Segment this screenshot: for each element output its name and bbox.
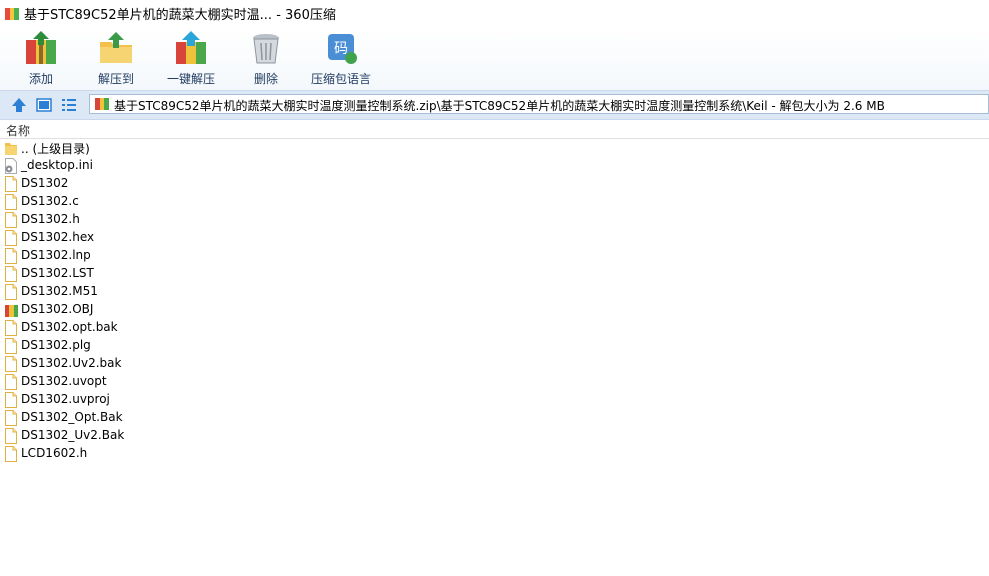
list-item-name: DS1302.h	[21, 212, 80, 226]
list-item-name: .. (上级目录)	[21, 142, 90, 156]
file-icon	[4, 320, 18, 336]
title-bar: 基于STC89C52单片机的蔬菜大棚实时温... - 360压缩	[0, 0, 989, 29]
file-list: .. (上级目录) _desktop.ini DS1302 DS1302.c DS130…	[0, 139, 989, 463]
toolbar: 添加 解压到 一键解压 删除 码 压缩包语言	[0, 28, 989, 90]
delete-label: 删除	[253, 72, 278, 86]
one-click-extract-label: 一键解压	[166, 72, 215, 86]
list-item[interactable]: DS1302.uvopt	[0, 373, 989, 391]
list-item[interactable]: DS1302.opt.bak	[0, 319, 989, 337]
file-icon	[4, 230, 18, 246]
settings-file-icon	[4, 158, 18, 174]
up-arrow-icon[interactable]	[10, 96, 28, 114]
zip-archive-icon	[95, 98, 109, 110]
address-path: 基于STC89C52单片机的蔬菜大棚实时温度测量控制系统.zip\基于STC89…	[114, 99, 885, 113]
list-item[interactable]: DS1302.h	[0, 211, 989, 229]
list-item-name: DS1302_Uv2.Bak	[21, 428, 125, 442]
file-icon	[4, 410, 18, 426]
list-item[interactable]: DS1302.c	[0, 193, 989, 211]
add-icon	[26, 31, 56, 64]
file-icon	[4, 338, 18, 354]
list-item-name: LCD1602.h	[21, 446, 88, 460]
list-item[interactable]: DS1302.hex	[0, 229, 989, 247]
list-item-name: DS1302.uvopt	[21, 374, 107, 388]
file-icon	[4, 356, 18, 372]
list-item[interactable]: DS1302.uvproj	[0, 391, 989, 409]
one-click-extract-button[interactable]: 一键解压	[151, 30, 231, 88]
app-archive-icon	[5, 8, 19, 20]
add-button[interactable]: 添加	[1, 30, 81, 88]
list-item-name: DS1302.c	[21, 194, 79, 208]
file-icon	[4, 374, 18, 390]
extract-to-button[interactable]: 解压到	[76, 30, 156, 88]
file-icon	[4, 266, 18, 282]
file-icon	[4, 284, 18, 300]
list-item-name: DS1302	[21, 176, 69, 190]
list-item[interactable]: DS1302.OBJ	[0, 301, 989, 319]
compress-language-button[interactable]: 码 压缩包语言	[301, 30, 381, 88]
list-item-name: DS1302.uvproj	[21, 392, 110, 406]
archive-icon	[4, 302, 18, 318]
extract-to-label: 解压到	[97, 72, 134, 86]
language-icon: 码	[328, 34, 357, 64]
list-header: 名称	[0, 120, 989, 139]
list-item-name: _desktop.ini	[21, 158, 93, 172]
extract-folder-icon	[100, 32, 132, 63]
list-item[interactable]: DS1302	[0, 175, 989, 193]
list-item[interactable]: DS1302.lnp	[0, 247, 989, 265]
list-item-name: DS1302.plg	[21, 338, 91, 352]
folder-icon	[4, 140, 18, 156]
address-field[interactable]: 基于STC89C52单片机的蔬菜大棚实时温度测量控制系统.zip\基于STC89…	[89, 94, 989, 114]
address-bar: 基于STC89C52单片机的蔬菜大棚实时温度测量控制系统.zip\基于STC89…	[0, 90, 989, 120]
one-click-extract-icon	[176, 31, 206, 64]
add-label: 添加	[28, 72, 53, 86]
list-item-name: DS1302.OBJ	[21, 302, 94, 316]
language-badge-text: 码	[334, 41, 348, 57]
list-item-name: DS1302.hex	[21, 230, 95, 244]
list-item[interactable]: DS1302.LST	[0, 265, 989, 283]
list-item-name: DS1302.M51	[21, 284, 98, 298]
column-header-name[interactable]: 名称	[6, 122, 30, 139]
list-item[interactable]: DS1302.M51	[0, 283, 989, 301]
file-icon	[4, 248, 18, 264]
list-item[interactable]: _desktop.ini	[0, 157, 989, 175]
list-item-name: DS1302.LST	[21, 266, 94, 280]
list-item[interactable]: DS1302.Uv2.bak	[0, 355, 989, 373]
file-icon	[4, 212, 18, 228]
list-item[interactable]: LCD1602.h	[0, 445, 989, 463]
list-item[interactable]: .. (上级目录)	[0, 139, 989, 157]
list-item-name: DS1302_Opt.Bak	[21, 410, 123, 424]
file-icon	[4, 176, 18, 192]
compress-language-label: 压缩包语言	[310, 72, 371, 86]
list-item[interactable]: DS1302_Uv2.Bak	[0, 427, 989, 445]
file-icon	[4, 446, 18, 462]
trash-icon	[253, 34, 279, 64]
list-view-icon[interactable]	[60, 96, 78, 114]
list-item-name: DS1302.opt.bak	[21, 320, 118, 334]
list-item-name: DS1302.Uv2.bak	[21, 356, 122, 370]
list-item[interactable]: DS1302_Opt.Bak	[0, 409, 989, 427]
thumbnail-view-icon[interactable]	[35, 96, 53, 114]
file-icon	[4, 392, 18, 408]
file-icon	[4, 428, 18, 444]
list-item-name: DS1302.lnp	[21, 248, 91, 262]
window-title: 基于STC89C52单片机的蔬菜大棚实时温... - 360压缩	[24, 8, 336, 23]
file-icon	[4, 194, 18, 210]
delete-button[interactable]: 删除	[226, 30, 306, 88]
list-item[interactable]: DS1302.plg	[0, 337, 989, 355]
